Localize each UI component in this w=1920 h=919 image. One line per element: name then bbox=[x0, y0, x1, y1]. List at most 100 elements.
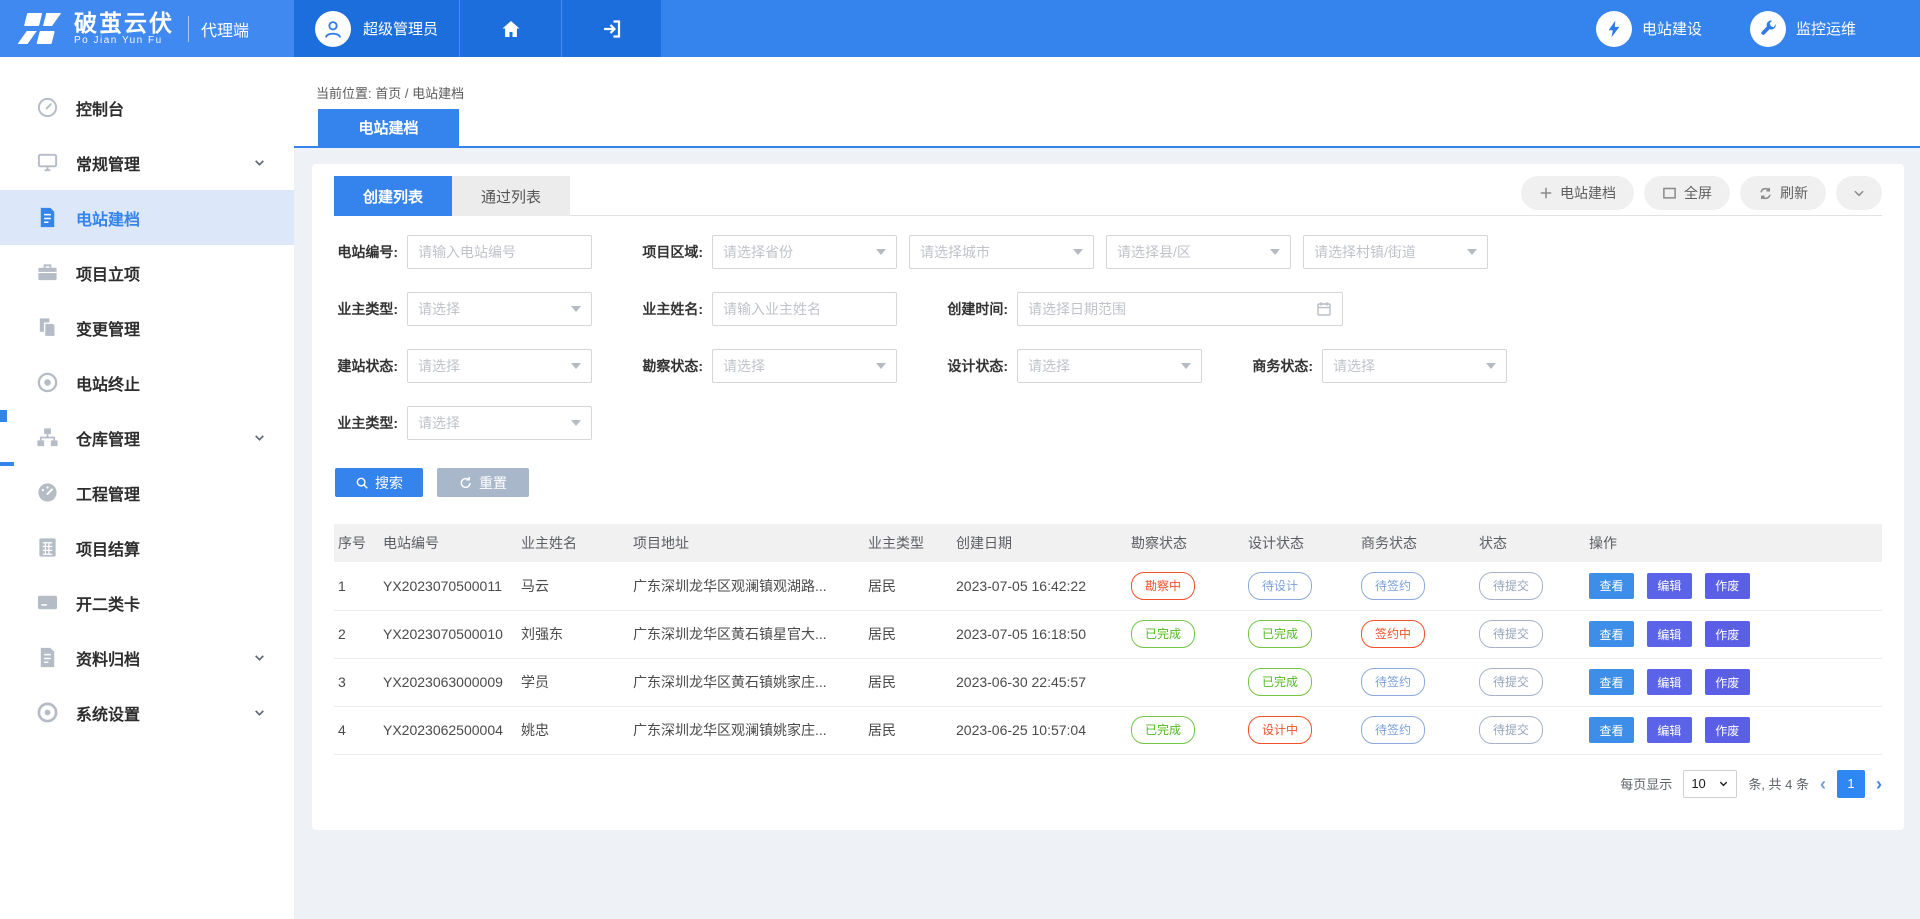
tab-created-list[interactable]: 创建列表 bbox=[334, 176, 452, 216]
sidebar-item-console[interactable]: 控制台 bbox=[0, 80, 294, 135]
nav-label: 电站建设 bbox=[1642, 18, 1702, 39]
edit-button[interactable]: 编辑 bbox=[1647, 573, 1692, 599]
sidebar-item-station-termination[interactable]: 电站终止 bbox=[0, 355, 294, 410]
col-header: 序号 bbox=[334, 524, 379, 562]
sidebar-item-station-archive[interactable]: 电站建档 bbox=[0, 190, 294, 245]
sidebar-item-system-settings[interactable]: 系统设置 bbox=[0, 685, 294, 740]
total-count-label: 条, 共 4 条 bbox=[1748, 774, 1809, 793]
status-badge: 待提交 bbox=[1479, 620, 1543, 648]
add-station-button[interactable]: 电站建档 bbox=[1521, 176, 1634, 210]
sidebar-item-general[interactable]: 常规管理 bbox=[0, 135, 294, 190]
business-status-select[interactable]: 请选择 bbox=[1322, 349, 1507, 383]
sidebar-item-label: 仓库管理 bbox=[76, 426, 140, 450]
nav-station-build[interactable]: 电站建设 bbox=[1596, 11, 1702, 47]
survey-status-badge: 已完成 bbox=[1131, 620, 1195, 648]
sidebar-item-label: 项目结算 bbox=[76, 536, 140, 560]
station-code-input[interactable] bbox=[407, 235, 592, 269]
col-header: 电站编号 bbox=[379, 524, 517, 562]
search-button[interactable]: 搜索 bbox=[335, 468, 423, 497]
province-select[interactable]: 请选择省份 bbox=[712, 235, 897, 269]
view-button[interactable]: 查看 bbox=[1589, 573, 1634, 599]
caret-down-icon bbox=[1270, 249, 1280, 255]
design-status-select[interactable]: 请选择 bbox=[1017, 349, 1202, 383]
logout-icon bbox=[600, 17, 624, 41]
status-badge: 待提交 bbox=[1479, 572, 1543, 600]
survey-status-badge: 勘察中 bbox=[1131, 572, 1195, 600]
breadcrumb: 当前位置: 首页 / 电站建档 bbox=[294, 57, 1920, 102]
chevron-down-icon bbox=[253, 651, 266, 664]
col-header: 业主姓名 bbox=[517, 524, 629, 562]
user-block[interactable]: 超级管理员 bbox=[294, 0, 459, 57]
fullscreen-button[interactable]: 全屏 bbox=[1644, 176, 1730, 210]
created-date-range-picker[interactable]: 请选择日期范围 bbox=[1017, 292, 1343, 326]
col-header: 业主类型 bbox=[864, 524, 952, 562]
caret-down-icon bbox=[571, 306, 581, 312]
sidebar-item-label: 系统设置 bbox=[76, 701, 140, 725]
sidebar-item-change-mgmt[interactable]: 变更管理 bbox=[0, 300, 294, 355]
sidebar-item-class2-card[interactable]: 开二类卡 bbox=[0, 575, 294, 630]
col-header: 状态 bbox=[1475, 524, 1585, 562]
view-button[interactable]: 查看 bbox=[1589, 669, 1634, 695]
street-select[interactable]: 请选择村镇/街道 bbox=[1303, 235, 1488, 269]
sidebar-item-label: 电站终止 bbox=[76, 371, 140, 395]
owner-type-select-2[interactable]: 请选择 bbox=[407, 406, 592, 440]
reset-button[interactable]: 重置 bbox=[437, 468, 529, 497]
tab-passed-list[interactable]: 通过列表 bbox=[452, 176, 570, 216]
void-button[interactable]: 作废 bbox=[1705, 717, 1750, 743]
table-header-row: 序号 电站编号 业主姓名 项目地址 业主类型 创建日期 勘察状态 设计状态 商务… bbox=[334, 524, 1882, 562]
sidebar-item-settlement[interactable]: 项目结算 bbox=[0, 520, 294, 575]
breadcrumb-home-link[interactable]: 首页 bbox=[375, 86, 401, 101]
owner-name-input[interactable] bbox=[712, 292, 897, 326]
calculator-icon bbox=[36, 536, 59, 559]
owner-type-select[interactable]: 请选择 bbox=[407, 292, 592, 326]
caret-down-icon bbox=[1073, 249, 1083, 255]
page-size-select[interactable]: 10 bbox=[1683, 770, 1737, 798]
void-button[interactable]: 作废 bbox=[1705, 669, 1750, 695]
sidebar-item-data-archive[interactable]: 资料归档 bbox=[0, 630, 294, 685]
status-badge: 待提交 bbox=[1479, 716, 1543, 744]
status-badge: 待提交 bbox=[1479, 668, 1543, 696]
archive-icon bbox=[36, 646, 59, 669]
sidebar-item-project-initiation[interactable]: 项目立项 bbox=[0, 245, 294, 300]
sidebar-item-engineering[interactable]: 工程管理 bbox=[0, 465, 294, 520]
scroll-indicator bbox=[0, 462, 14, 466]
survey-status-badge: 已完成 bbox=[1131, 716, 1195, 744]
home-button[interactable] bbox=[459, 0, 561, 57]
logout-button[interactable] bbox=[561, 0, 661, 57]
refresh-button[interactable]: 刷新 bbox=[1740, 176, 1826, 210]
next-page-button[interactable]: › bbox=[1876, 775, 1882, 793]
nav-monitor-ops[interactable]: 监控运维 bbox=[1750, 11, 1856, 47]
page-tab-station-archive[interactable]: 电站建档 bbox=[318, 109, 459, 146]
business-status-badge: 待签约 bbox=[1361, 572, 1425, 600]
filter-label: 设计状态: bbox=[944, 356, 1017, 376]
page-number-current[interactable]: 1 bbox=[1837, 770, 1865, 798]
void-button[interactable]: 作废 bbox=[1705, 621, 1750, 647]
prev-page-button[interactable]: ‹ bbox=[1820, 775, 1826, 793]
chevron-down-icon bbox=[253, 431, 266, 444]
nav-label: 监控运维 bbox=[1796, 18, 1856, 39]
filter-label: 业主姓名: bbox=[639, 299, 712, 319]
survey-status-select[interactable]: 请选择 bbox=[712, 349, 897, 383]
card-icon bbox=[36, 591, 59, 614]
edit-button[interactable]: 编辑 bbox=[1647, 717, 1692, 743]
col-header: 操作 bbox=[1585, 524, 1882, 562]
edit-button[interactable]: 编辑 bbox=[1647, 621, 1692, 647]
edit-button[interactable]: 编辑 bbox=[1647, 669, 1692, 695]
table-row: 2 YX2023070500010 刘强东 广东深圳龙华区黄石镇星官大... 居… bbox=[334, 610, 1882, 658]
filter-label: 电站编号: bbox=[334, 242, 407, 262]
main-content: 当前位置: 首页 / 电站建档 电站建档 创建列表 通过列表 电站建档 bbox=[294, 57, 1920, 919]
filter-label: 项目区域: bbox=[639, 242, 712, 262]
collapse-toggle-button[interactable] bbox=[1836, 176, 1882, 210]
void-button[interactable]: 作废 bbox=[1705, 573, 1750, 599]
view-button[interactable]: 查看 bbox=[1589, 717, 1634, 743]
sidebar-item-warehouse[interactable]: 仓库管理 bbox=[0, 410, 294, 465]
breadcrumb-current: 电站建档 bbox=[412, 86, 464, 101]
view-button[interactable]: 查看 bbox=[1589, 621, 1634, 647]
sidebar-item-label: 变更管理 bbox=[76, 316, 140, 340]
pagination: 每页显示 10 条, 共 4 条 ‹ 1 › bbox=[334, 770, 1882, 798]
build-status-select[interactable]: 请选择 bbox=[407, 349, 592, 383]
city-select[interactable]: 请选择城市 bbox=[909, 235, 1094, 269]
files-icon bbox=[36, 316, 59, 339]
caret-down-icon bbox=[571, 363, 581, 369]
district-select[interactable]: 请选择县/区 bbox=[1106, 235, 1291, 269]
